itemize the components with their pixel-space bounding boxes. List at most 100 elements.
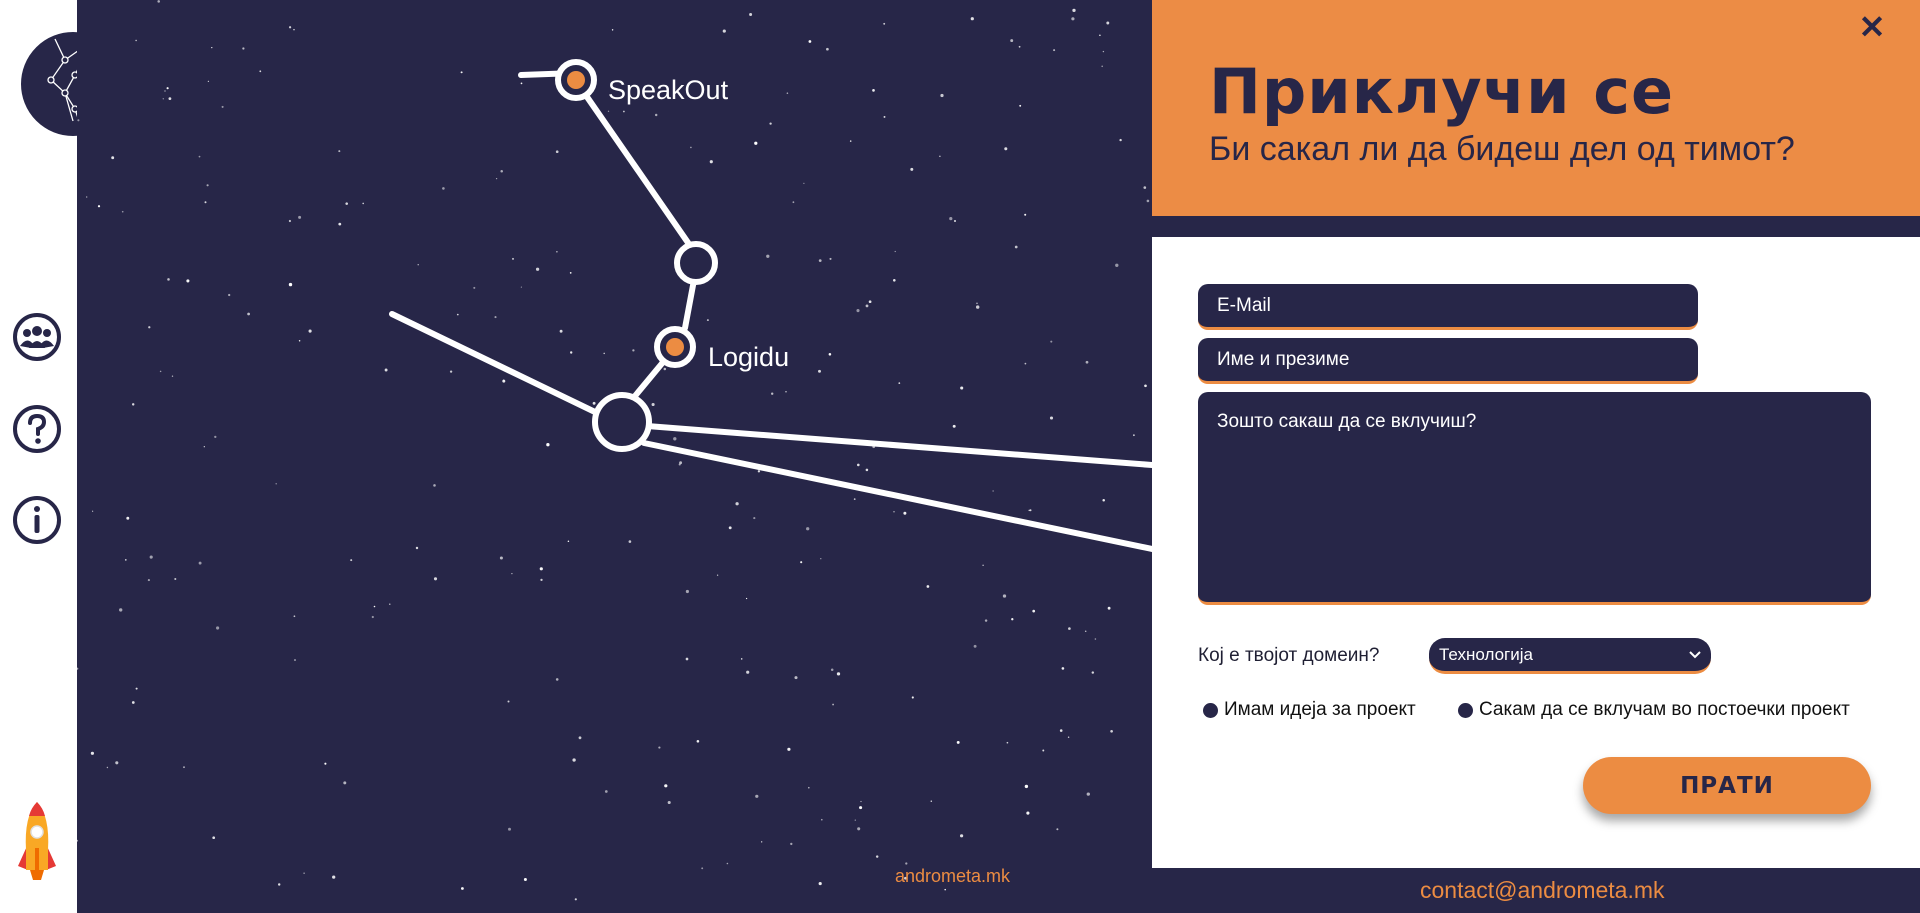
star — [883, 22, 886, 25]
star — [1068, 627, 1071, 630]
star — [500, 169, 503, 173]
name-field[interactable] — [1198, 338, 1698, 384]
star — [1110, 729, 1113, 733]
radio-button[interactable] — [1203, 702, 1218, 718]
star — [456, 313, 459, 316]
motivation-field[interactable] — [1198, 392, 1871, 605]
star — [1099, 34, 1101, 36]
star — [1143, 186, 1147, 189]
star — [1091, 671, 1095, 674]
star — [371, 615, 374, 619]
site-link[interactable]: andrometa.mk — [895, 866, 1010, 887]
star — [604, 790, 608, 793]
radio-existing-project[interactable]: Сакам да се вклучам во постоечки проект — [1458, 699, 1850, 721]
star — [757, 470, 761, 473]
star — [911, 696, 914, 699]
star — [664, 784, 668, 788]
star — [956, 740, 960, 744]
star — [894, 250, 896, 253]
star — [898, 382, 901, 384]
star — [654, 113, 658, 117]
node-logidu[interactable] — [654, 326, 696, 368]
star — [1072, 8, 1076, 13]
node-label-speakout[interactable]: SpeakOut — [608, 75, 728, 106]
star — [785, 391, 787, 393]
join-form: Кој е твојот домеин? Технологија Имам ид… — [1152, 237, 1920, 868]
star — [651, 402, 655, 407]
contact-email[interactable]: contact@andrometa.mk — [1420, 877, 1665, 904]
star — [495, 177, 498, 180]
star — [512, 257, 514, 260]
star — [865, 468, 869, 472]
star — [679, 461, 683, 465]
star — [830, 668, 834, 672]
star — [520, 286, 522, 288]
star — [539, 567, 543, 571]
team-icon[interactable] — [12, 312, 62, 362]
star — [86, 196, 88, 198]
star — [930, 800, 933, 802]
star — [206, 184, 209, 187]
info-icon[interactable] — [12, 495, 62, 545]
star — [761, 841, 763, 843]
star — [242, 47, 245, 50]
star — [433, 577, 438, 581]
question-icon[interactable] — [12, 404, 62, 454]
star — [115, 761, 119, 765]
star — [415, 546, 419, 550]
rocket-icon[interactable] — [14, 800, 60, 882]
submit-button[interactable]: ПРАТИ — [1583, 757, 1871, 814]
star — [247, 312, 250, 316]
star — [685, 657, 689, 661]
star — [875, 855, 879, 858]
star — [976, 305, 980, 309]
star — [944, 888, 946, 891]
star — [740, 658, 743, 660]
star — [578, 736, 582, 740]
star — [859, 806, 863, 810]
star — [507, 700, 510, 703]
star — [818, 259, 822, 262]
star — [212, 836, 216, 840]
star — [345, 202, 348, 205]
star — [949, 217, 953, 221]
star — [792, 201, 795, 204]
star — [131, 701, 135, 704]
star — [1119, 138, 1122, 142]
star — [275, 483, 277, 485]
star — [808, 40, 812, 43]
star — [857, 463, 860, 467]
star — [508, 827, 511, 831]
star — [540, 578, 543, 582]
star — [214, 435, 217, 439]
star — [288, 219, 291, 223]
radio-button[interactable] — [1458, 702, 1473, 718]
star — [350, 559, 353, 562]
star — [701, 867, 704, 870]
star — [343, 781, 347, 785]
close-icon[interactable]: ✕ — [1857, 11, 1887, 43]
star — [221, 105, 224, 108]
star — [332, 875, 336, 879]
star — [1010, 39, 1014, 43]
star — [293, 615, 296, 618]
node-label-logidu[interactable]: Logidu — [708, 342, 789, 373]
star — [818, 369, 821, 373]
star — [207, 80, 210, 83]
star — [726, 862, 729, 865]
link-line — [682, 277, 697, 331]
radio-own-idea[interactable]: Имам идеја за проект — [1203, 699, 1416, 721]
star — [696, 740, 700, 743]
star — [373, 605, 376, 608]
star — [324, 762, 327, 765]
node-speakout[interactable] — [555, 59, 597, 101]
node-junction[interactable] — [674, 241, 718, 285]
star — [860, 800, 862, 803]
node-hub[interactable] — [592, 392, 652, 452]
star — [277, 883, 281, 886]
email-field[interactable] — [1198, 284, 1698, 330]
star — [119, 608, 123, 612]
star — [555, 150, 559, 154]
domain-select[interactable]: Технологија — [1429, 638, 1711, 674]
star — [1002, 594, 1007, 598]
